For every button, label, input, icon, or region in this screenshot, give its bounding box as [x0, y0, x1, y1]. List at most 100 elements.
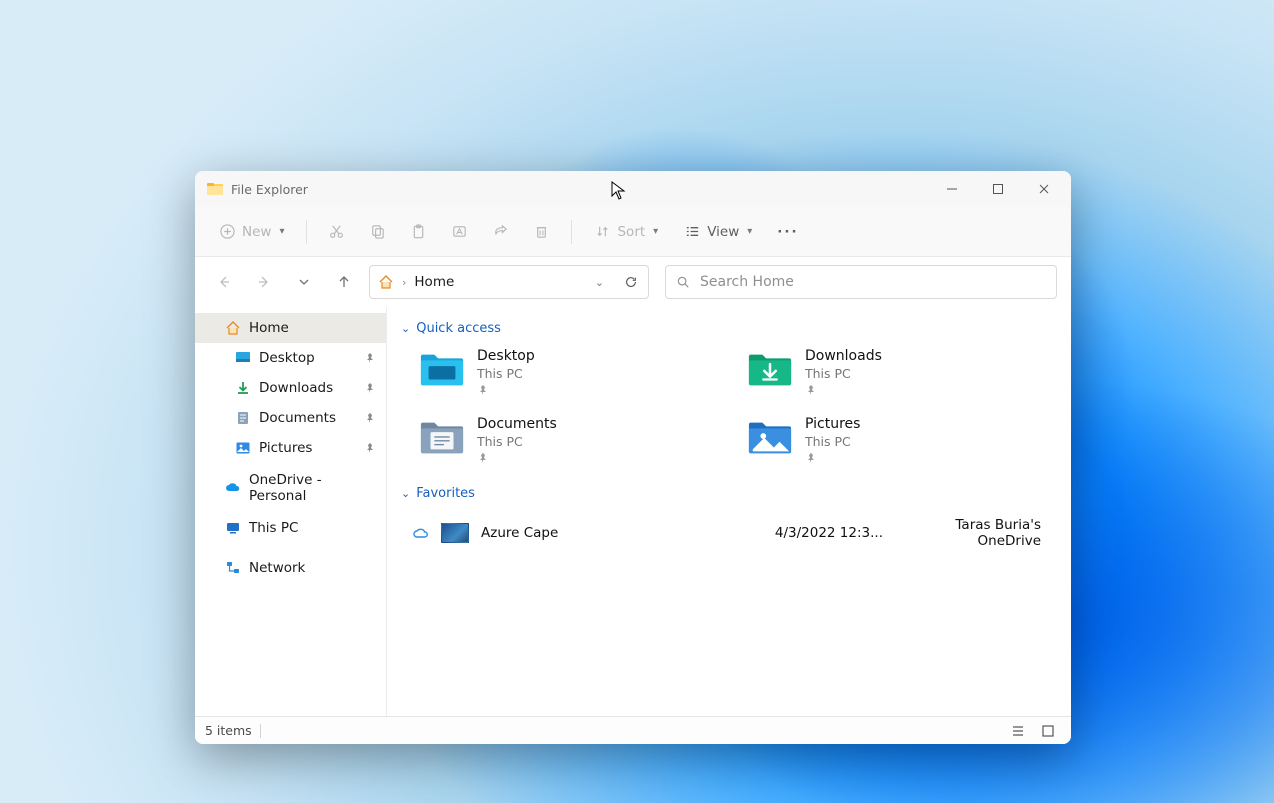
item-name: Desktop: [477, 348, 535, 364]
sidebar-item-network[interactable]: Network: [195, 553, 386, 583]
group-header-favorites[interactable]: ⌄ Favorites: [401, 480, 1057, 509]
address-history-button[interactable]: ⌄: [591, 272, 608, 293]
file-explorer-window: File Explorer New ▾: [195, 171, 1071, 744]
pin-icon: [805, 452, 860, 464]
status-bar: 5 items: [195, 716, 1071, 744]
sidebar-item-label: Pictures: [259, 440, 312, 456]
new-button-label: New: [242, 224, 271, 240]
item-sub: This PC: [477, 366, 535, 381]
paste-button[interactable]: [401, 214, 436, 250]
pin-icon: [364, 352, 376, 364]
titlebar[interactable]: File Explorer: [195, 171, 1071, 207]
sidebar-item-label: Desktop: [259, 350, 315, 366]
pin-icon: [364, 382, 376, 394]
copy-button[interactable]: [360, 214, 395, 250]
this-pc-icon: [225, 520, 241, 536]
view-button-label: View: [707, 224, 739, 240]
status-separator: [260, 724, 261, 738]
pin-icon: [364, 412, 376, 424]
downloads-icon: [235, 380, 251, 396]
desktop-folder-icon: [419, 348, 465, 388]
new-button[interactable]: New ▾: [209, 214, 294, 250]
sidebar: Home Desktop Downloads: [195, 307, 387, 716]
recent-locations-button[interactable]: [289, 267, 319, 297]
item-count: 5 items: [205, 723, 252, 738]
pin-icon: [477, 452, 557, 464]
downloads-folder-icon: [747, 348, 793, 388]
quick-access-item-documents[interactable]: Documents This PC: [419, 416, 707, 464]
quick-access-item-downloads[interactable]: Downloads This PC: [747, 348, 1035, 396]
sidebar-item-desktop[interactable]: Desktop: [195, 343, 386, 373]
sidebar-item-label: Documents: [259, 410, 336, 426]
thumbnails-view-button[interactable]: [1035, 721, 1061, 741]
home-icon: [378, 274, 394, 290]
minimize-button[interactable]: [929, 171, 975, 207]
back-button[interactable]: [209, 267, 239, 297]
sidebar-item-this-pc[interactable]: This PC: [195, 513, 386, 543]
toolbar-separator: [306, 220, 307, 244]
window-body: Home Desktop Downloads: [195, 307, 1071, 716]
search-input[interactable]: [700, 274, 1046, 290]
share-button[interactable]: [483, 214, 518, 250]
sidebar-item-home[interactable]: Home: [195, 313, 386, 343]
main-content: ⌄ Quick access Desktop This PC: [387, 307, 1071, 716]
up-button[interactable]: [329, 267, 359, 297]
view-button[interactable]: View ▾: [674, 214, 762, 250]
pin-icon: [805, 384, 882, 396]
rename-button[interactable]: [442, 214, 477, 250]
item-name: Downloads: [805, 348, 882, 364]
quick-access-item-desktop[interactable]: Desktop This PC: [419, 348, 707, 396]
pictures-folder-icon: [747, 416, 793, 456]
address-bar[interactable]: › Home ⌄: [369, 265, 649, 299]
sidebar-item-documents[interactable]: Documents: [195, 403, 386, 433]
breadcrumb-home[interactable]: Home: [414, 274, 454, 290]
chevron-down-icon: ⌄: [401, 487, 410, 500]
item-name: Documents: [477, 416, 557, 432]
details-view-button[interactable]: [1005, 721, 1031, 741]
sidebar-item-label: Home: [249, 320, 289, 336]
pin-icon: [364, 442, 376, 454]
favorite-item[interactable]: Azure Cape 4/3/2022 12:3... Taras Buria'…: [401, 509, 1057, 555]
forward-button[interactable]: [249, 267, 279, 297]
toolbar-separator: [571, 220, 572, 244]
item-name: Pictures: [805, 416, 860, 432]
cut-button[interactable]: [319, 214, 354, 250]
item-sub: This PC: [477, 434, 557, 449]
file-name: Azure Cape: [481, 525, 741, 541]
file-date: 4/3/2022 12:3...: [753, 525, 883, 541]
documents-folder-icon: [419, 416, 465, 456]
group-header-quick-access[interactable]: ⌄ Quick access: [401, 315, 1057, 344]
group-header-label: Quick access: [416, 321, 501, 336]
cloud-sync-icon: [413, 525, 429, 541]
search-box[interactable]: [665, 265, 1057, 299]
refresh-button[interactable]: [620, 271, 642, 293]
sidebar-item-pictures[interactable]: Pictures: [195, 433, 386, 463]
sidebar-item-label: Downloads: [259, 380, 333, 396]
chevron-down-icon: ⌄: [401, 322, 410, 335]
more-button[interactable]: ···: [768, 214, 807, 250]
window-title: File Explorer: [231, 182, 308, 197]
desktop-icon: [235, 350, 251, 366]
documents-icon: [235, 410, 251, 426]
sidebar-item-label: Network: [249, 560, 305, 576]
onedrive-icon: [225, 480, 241, 496]
close-button[interactable]: [1021, 171, 1067, 207]
item-sub: This PC: [805, 434, 860, 449]
sidebar-item-downloads[interactable]: Downloads: [195, 373, 386, 403]
command-toolbar: New ▾ Sort ▾ View ▾: [195, 207, 1071, 257]
chevron-down-icon: ▾: [747, 226, 752, 237]
breadcrumb-separator-icon: ›: [402, 276, 406, 289]
chevron-down-icon: ▾: [653, 226, 658, 237]
file-thumbnail: [441, 523, 469, 543]
file-explorer-icon: [207, 181, 223, 197]
sidebar-item-onedrive[interactable]: OneDrive - Personal: [195, 473, 386, 503]
network-icon: [225, 560, 241, 576]
sidebar-item-label: OneDrive - Personal: [249, 472, 378, 504]
quick-access-item-pictures[interactable]: Pictures This PC: [747, 416, 1035, 464]
delete-button[interactable]: [524, 214, 559, 250]
sort-button[interactable]: Sort ▾: [584, 214, 668, 250]
chevron-down-icon: ▾: [279, 226, 284, 237]
search-icon: [676, 275, 690, 289]
maximize-button[interactable]: [975, 171, 1021, 207]
item-sub: This PC: [805, 366, 882, 381]
